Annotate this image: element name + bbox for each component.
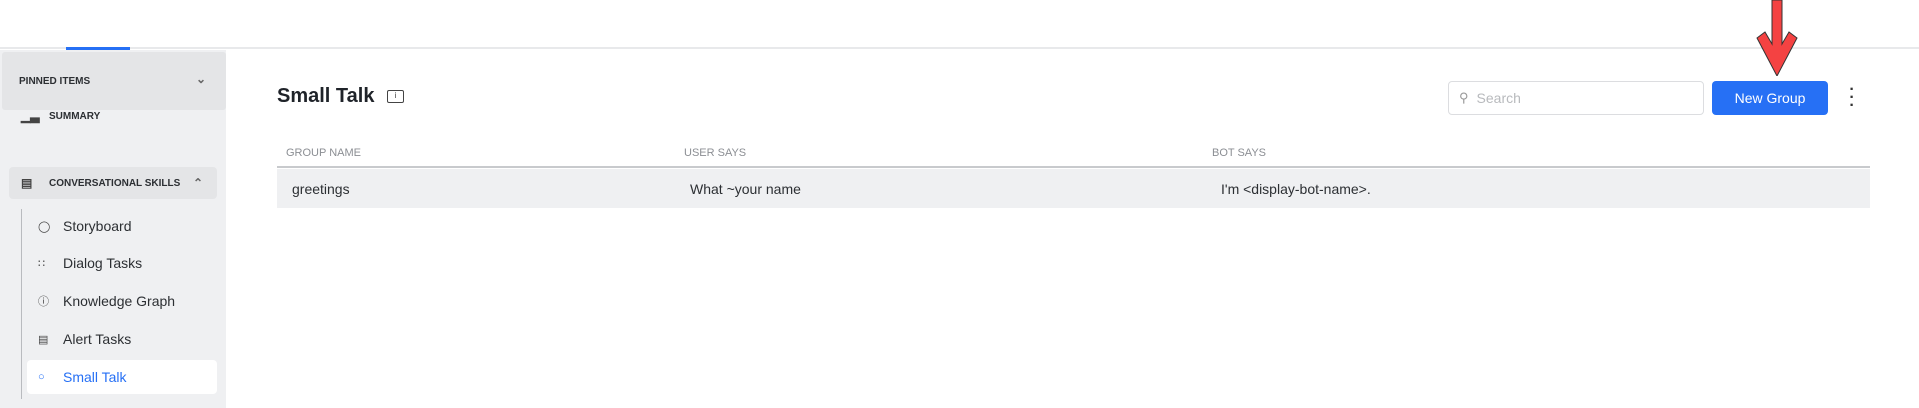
alert-tasks-icon: ▤ xyxy=(38,333,49,346)
sidebar-item-label: Alert Tasks xyxy=(63,331,132,347)
tree-line xyxy=(21,209,22,399)
column-header-user-says: USER SAYS xyxy=(684,147,747,159)
chevron-up-icon: ⌃ xyxy=(192,176,203,190)
sidebar-item-storyboard[interactable]: ◯ Storyboard xyxy=(27,209,217,243)
more-options-icon[interactable]: · · · xyxy=(1848,82,1856,114)
sidebar-section-label: CONVERSATIONAL SKILLS xyxy=(49,177,181,189)
pinned-items-label: PINNED ITEMS xyxy=(19,75,91,87)
skills-icon: ▤ xyxy=(21,176,33,190)
column-header-bot-says: BOT SAYS xyxy=(1212,147,1267,159)
top-bar xyxy=(0,0,1919,50)
table-header: GROUP NAME USER SAYS BOT SAYS xyxy=(277,140,1870,168)
cell-group-name: greetings xyxy=(292,181,350,197)
cell-user-says: What ~your name xyxy=(690,181,801,197)
chat-bubble-icon: ○ xyxy=(38,371,45,383)
column-header-group-name: GROUP NAME xyxy=(286,147,361,159)
red-arrow-annotation xyxy=(1756,0,1798,76)
sidebar-item-label: Knowledge Graph xyxy=(63,293,176,309)
sidebar-item-label: SUMMARY xyxy=(49,110,101,122)
storyboard-icon: ◯ xyxy=(38,220,51,233)
search-box[interactable]: ⚲ xyxy=(1448,81,1704,115)
sidebar-item-label: Dialog Tasks xyxy=(63,255,143,271)
dialog-tasks-icon: ∷ xyxy=(38,257,45,270)
sidebar-item-alert-tasks[interactable]: ▤ Alert Tasks xyxy=(27,322,217,356)
sidebar-item-knowledge-graph[interactable]: ⓘ Knowledge Graph xyxy=(27,284,217,318)
search-input[interactable] xyxy=(1476,90,1677,106)
chevron-down-icon: ⌄ xyxy=(195,72,206,86)
sidebar-item-summary[interactable]: ▁▃ SUMMARY xyxy=(9,100,217,132)
sidebar-item-label: Storyboard xyxy=(63,218,132,234)
new-group-button[interactable]: New Group xyxy=(1712,81,1828,115)
sidebar-item-small-talk[interactable]: ○ Small Talk xyxy=(27,360,217,394)
bar-chart-icon: ▁▃ xyxy=(21,109,40,123)
book-info-icon[interactable]: i xyxy=(387,90,404,103)
sidebar-section-conversational-skills[interactable]: ▤ CONVERSATIONAL SKILLS ⌃ xyxy=(9,167,217,199)
table-row[interactable]: greetings What ~your name I'm <display-b… xyxy=(277,169,1870,208)
page-title: Small Talk xyxy=(277,85,375,107)
sidebar-item-label: Small Talk xyxy=(63,369,127,385)
search-icon: ⚲ xyxy=(1459,90,1469,105)
sidebar-item-dialog-tasks[interactable]: ∷ Dialog Tasks xyxy=(27,246,217,280)
cell-bot-says: I'm <display-bot-name>. xyxy=(1221,181,1371,197)
question-circle-icon: ⓘ xyxy=(38,296,49,308)
